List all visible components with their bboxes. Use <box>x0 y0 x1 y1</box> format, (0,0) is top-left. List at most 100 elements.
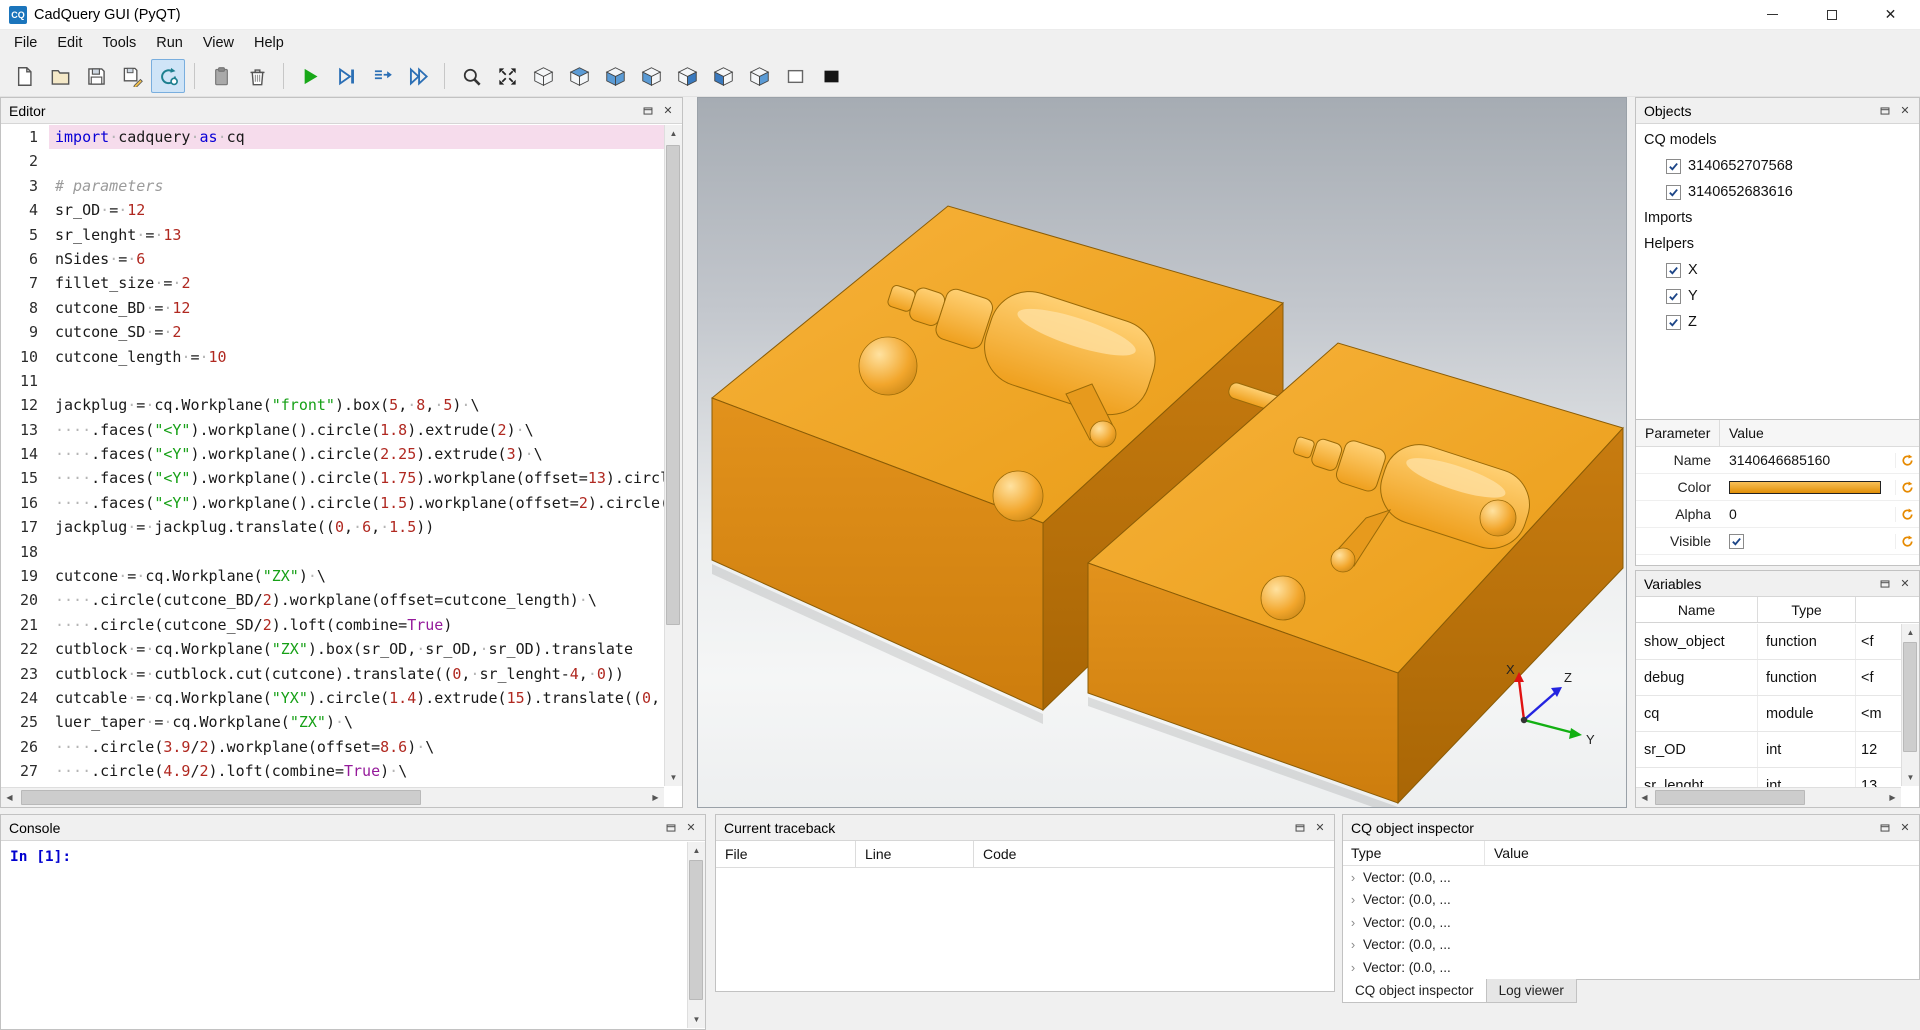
render-run-button[interactable] <box>293 59 327 93</box>
close-panel-icon[interactable]: ✕ <box>658 101 678 121</box>
code-line[interactable]: 10cutcone_length·=·10 <box>1 345 664 369</box>
step-button[interactable] <box>365 59 399 93</box>
paste-button[interactable] <box>204 59 238 93</box>
color-swatch[interactable] <box>1729 481 1881 494</box>
code-line[interactable]: 26····.circle(3.9/2).workplane(offset=8.… <box>1 735 664 759</box>
reset-value-icon[interactable] <box>1895 534 1919 549</box>
code-line[interactable]: 4sr_OD·=·12 <box>1 198 664 222</box>
tree-item[interactable]: 3140652683616 <box>1636 179 1919 205</box>
code-line[interactable]: 12jackplug·=·cq.Workplane("front").box(5… <box>1 393 664 417</box>
reset-value-icon[interactable] <box>1895 453 1919 468</box>
code-line[interactable]: 27····.circle(4.9/2).loft(combine=True)·… <box>1 759 664 783</box>
scroll-right-icon[interactable]: ▶ <box>1884 789 1901 806</box>
code-line[interactable]: 18 <box>1 540 664 564</box>
reset-value-icon[interactable] <box>1895 480 1919 495</box>
scrollbar-thumb[interactable] <box>21 790 421 805</box>
scrollbar-thumb[interactable] <box>689 860 703 1000</box>
code-line[interactable]: 20····.circle(cutcone_BD/2).workplane(of… <box>1 588 664 612</box>
close-button[interactable]: ✕ <box>1861 0 1920 29</box>
code-line[interactable]: 22cutblock·=·cq.Workplane("ZX").box(sr_O… <box>1 637 664 661</box>
code-line[interactable]: 19cutcone·=·cq.Workplane("ZX")·\ <box>1 564 664 588</box>
tab-cq-object-inspector[interactable]: CQ object inspector <box>1342 979 1487 1003</box>
fit-view-button[interactable] <box>490 59 524 93</box>
code-line[interactable]: 15····.faces("<Y").workplane().circle(1.… <box>1 466 664 490</box>
float-panel-icon[interactable] <box>1875 574 1895 594</box>
property-value[interactable]: 3140646685160 <box>1720 452 1895 468</box>
zoom-button[interactable] <box>454 59 488 93</box>
tree-item[interactable]: Y <box>1636 283 1919 309</box>
viewport-3d[interactable]: X Z Y <box>697 97 1627 808</box>
variables-horizontal-scrollbar[interactable]: ◀ ▶ <box>1636 787 1901 807</box>
checkbox[interactable] <box>1666 185 1681 200</box>
editor-horizontal-scrollbar[interactable]: ◀ ▶ <box>1 787 664 807</box>
checkbox[interactable] <box>1666 159 1681 174</box>
menu-run[interactable]: Run <box>146 35 193 51</box>
inspector-row[interactable]: ›Vector: (0.0, ... <box>1343 889 1919 912</box>
float-panel-icon[interactable] <box>1290 818 1310 838</box>
view-bottom-button[interactable] <box>598 59 632 93</box>
code-line[interactable]: 2 <box>1 149 664 173</box>
property-value[interactable] <box>1720 481 1895 494</box>
code-line[interactable]: 23cutblock·=·cutblock.cut(cutcone).trans… <box>1 662 664 686</box>
code-line[interactable]: 3# parameters <box>1 174 664 198</box>
checkbox[interactable] <box>1666 289 1681 304</box>
variable-row[interactable]: debugfunction<f <box>1636 660 1901 696</box>
inspector-row[interactable]: ›Vector: (0.0, ... <box>1343 866 1919 889</box>
scroll-left-icon[interactable]: ◀ <box>1 789 18 806</box>
code-line[interactable]: 5sr_lenght·=·13 <box>1 223 664 247</box>
code-line[interactable]: 7fillet_size·=·2 <box>1 271 664 295</box>
variable-row[interactable]: cqmodule<m <box>1636 696 1901 732</box>
chevron-right-icon[interactable]: › <box>1343 870 1363 885</box>
variable-row[interactable]: sr_lenghtint13 <box>1636 768 1901 787</box>
scroll-up-icon[interactable]: ▲ <box>688 842 705 859</box>
float-panel-icon[interactable] <box>638 101 658 121</box>
editor-vertical-scrollbar[interactable]: ▲ ▼ <box>664 125 682 786</box>
view-right-button[interactable] <box>742 59 776 93</box>
view-top-button[interactable] <box>562 59 596 93</box>
code-line[interactable]: 21····.circle(cutcone_SD/2).loft(combine… <box>1 613 664 637</box>
viewport-canvas[interactable]: X Z Y <box>698 98 1627 808</box>
scroll-down-icon[interactable]: ▼ <box>1902 769 1919 786</box>
float-panel-icon[interactable] <box>661 818 681 838</box>
menu-file[interactable]: File <box>4 35 47 51</box>
shaded-button[interactable] <box>814 59 848 93</box>
menu-help[interactable]: Help <box>244 35 294 51</box>
console-body[interactable]: In [1]: <box>1 842 687 1029</box>
save-as-button[interactable] <box>115 59 149 93</box>
view-left-button[interactable] <box>706 59 740 93</box>
close-panel-icon[interactable]: ✕ <box>1895 101 1915 121</box>
view-front-button[interactable] <box>634 59 668 93</box>
tree-item[interactable]: Z <box>1636 309 1919 335</box>
continue-button[interactable] <box>401 59 435 93</box>
float-panel-icon[interactable] <box>1875 101 1895 121</box>
code-line[interactable]: 6nSides·=·6 <box>1 247 664 271</box>
chevron-right-icon[interactable]: › <box>1343 915 1363 930</box>
variable-row[interactable]: sr_ODint12 <box>1636 732 1901 768</box>
property-value[interactable]: 0 <box>1720 506 1895 522</box>
tree-group[interactable]: Helpers <box>1636 231 1919 257</box>
view-iso-button[interactable] <box>526 59 560 93</box>
scroll-right-icon[interactable]: ▶ <box>647 789 664 806</box>
code-line[interactable]: 13····.faces("<Y").workplane().circle(1.… <box>1 418 664 442</box>
scrollbar-thumb[interactable] <box>1655 790 1805 805</box>
debug-button[interactable] <box>329 59 363 93</box>
tree-group[interactable]: CQ models <box>1636 127 1919 153</box>
scroll-up-icon[interactable]: ▲ <box>665 125 682 142</box>
save-file-button[interactable] <box>79 59 113 93</box>
tab-log-viewer[interactable]: Log viewer <box>1486 979 1577 1003</box>
scrollbar-thumb[interactable] <box>666 145 680 625</box>
code-line[interactable]: 1import·cadquery·as·cq <box>1 125 664 149</box>
scrollbar-thumb[interactable] <box>1903 642 1917 752</box>
variables-vertical-scrollbar[interactable]: ▲ ▼ <box>1901 624 1919 786</box>
tree-item[interactable]: X <box>1636 257 1919 283</box>
code-line[interactable]: 17jackplug·=·jackplug.translate((0,·6,·1… <box>1 515 664 539</box>
chevron-right-icon[interactable]: › <box>1343 892 1363 907</box>
chevron-right-icon[interactable]: › <box>1343 937 1363 952</box>
wireframe-button[interactable] <box>778 59 812 93</box>
maximize-button[interactable] <box>1802 0 1861 29</box>
menu-view[interactable]: View <box>193 35 244 51</box>
console-vertical-scrollbar[interactable]: ▲ ▼ <box>687 842 705 1028</box>
autoreload-button[interactable] <box>151 59 185 93</box>
close-panel-icon[interactable]: ✕ <box>1895 574 1915 594</box>
editor-code[interactable]: 1import·cadquery·as·cq23# parameters4sr_… <box>1 125 664 787</box>
